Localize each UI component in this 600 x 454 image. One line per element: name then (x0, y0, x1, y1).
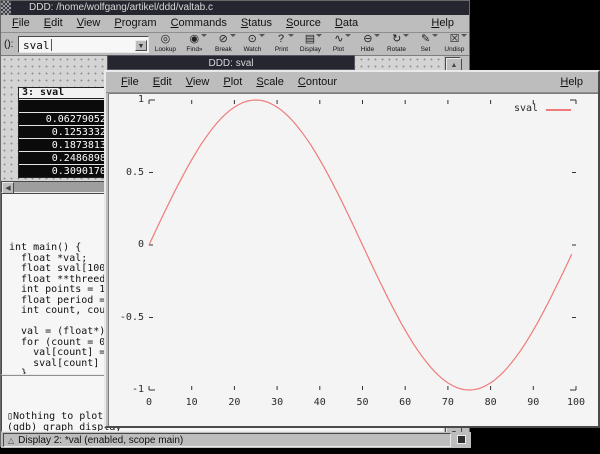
main-menu-item[interactable]: Commands (171, 15, 227, 32)
sine-curve (149, 100, 572, 390)
y-tick-label: 1 (109, 94, 144, 105)
toolbar-button-label: Rotate (384, 46, 409, 52)
window-menu-icon[interactable] (1, 1, 11, 15)
toolbar-button[interactable]: ? Print (268, 33, 295, 56)
busy-led (457, 435, 466, 444)
argument-label: (): (4, 39, 13, 50)
toolbar-button-label: Print (269, 46, 294, 52)
main-menu-item[interactable]: Edit (44, 15, 63, 32)
plot-menu-item[interactable]: View (186, 72, 210, 92)
main-titlebar[interactable]: DDD: /home/wolfgang/artikel/ddd/valtab.c (1, 1, 469, 15)
argument-value: sval (23, 39, 50, 52)
legend-label: sval (514, 103, 538, 114)
toolbar-button[interactable]: ◎ Lookup (152, 33, 179, 56)
x-tick-label: 50 (348, 397, 378, 408)
plot-svg (109, 94, 598, 426)
dropdown-marker-icon (230, 34, 236, 37)
dropdown-marker-icon (288, 34, 294, 37)
dropdown-marker-icon (432, 34, 438, 37)
toolbar-button[interactable]: ▤ Display (297, 33, 324, 56)
main-menu-help[interactable]: Help (431, 15, 454, 32)
plot-menu-item[interactable]: Contour (298, 72, 337, 92)
dropdown-marker-icon (374, 34, 380, 37)
main-menu-item[interactable]: Source (286, 15, 321, 32)
main-menu-item[interactable]: View (77, 15, 101, 32)
toolbar-button-label: Set (413, 46, 438, 52)
plot-menu-item[interactable]: Scale (256, 72, 284, 92)
toolbar-button[interactable]: ✎ Set (412, 33, 439, 56)
toolbar-button-label: Lookup (153, 46, 178, 52)
plot-menu-item[interactable]: Edit (153, 72, 172, 92)
x-tick-label: 10 (177, 397, 207, 408)
y-tick-label: -0.5 (109, 312, 144, 323)
x-tick-label: 80 (476, 397, 506, 408)
plot-menu-help[interactable]: Help (560, 72, 583, 92)
legend-line (546, 109, 571, 111)
dropdown-marker-icon (316, 34, 322, 37)
dropdown-marker-icon (259, 34, 265, 37)
dropdown-marker-icon (201, 34, 207, 37)
main-menu-item[interactable]: File (12, 15, 30, 32)
text-caret (51, 39, 52, 51)
x-tick-label: 90 (518, 397, 548, 408)
toolbar-button-label: Plot (327, 46, 352, 52)
y-tick-label: 0 (109, 239, 144, 250)
main-menu-item[interactable]: Program (114, 15, 156, 32)
status-message-box: △ Display 2: *val (enabled, scope main) (3, 433, 451, 447)
toolbar-button[interactable]: ◉ Find» (181, 33, 208, 56)
toolbar-button-label: Hide (355, 46, 380, 52)
status-triangle-icon[interactable]: △ (8, 436, 14, 445)
plot-menubar: Help File Edit View Plot Scale Contour (106, 72, 598, 93)
plot-menu-item[interactable]: File (121, 72, 139, 92)
x-tick-label: 70 (433, 397, 463, 408)
combo-dropdown-icon[interactable]: ▼ (135, 40, 147, 51)
toolbar-button[interactable]: ☒ Undisp (441, 33, 468, 56)
toolbar-button[interactable]: ⊖ Hide (354, 33, 381, 56)
dropdown-marker-icon (345, 34, 351, 37)
toolbar-button-label: Break (211, 46, 236, 52)
main-menubar: Help File Edit View Program Commands Status So… (1, 15, 469, 33)
plot-titlebar[interactable]: DDD: sval (107, 55, 355, 70)
toolbar-button-label: Watch (240, 46, 265, 52)
dropdown-marker-icon (461, 34, 467, 37)
x-tick-label: 40 (305, 397, 335, 408)
toolbar-button-label: Undisp (442, 46, 467, 52)
dropdown-marker-icon (403, 34, 409, 37)
toolbar-button[interactable]: ⊙ Watch (239, 33, 266, 56)
plot-window: Help FileEditViewPlotScaleContour 010203… (104, 70, 600, 428)
y-tick-label: -1 (109, 384, 144, 395)
x-tick-label: 100 (561, 397, 591, 408)
main-window-title: DDD: /home/wolfgang/artikel/ddd/valtab.c (29, 1, 213, 15)
status-text: Display 2: *val (enabled, scope main) (18, 435, 183, 446)
toolbar-button-label: Find» (182, 46, 207, 52)
argument-field[interactable]: sval ▼ (18, 36, 149, 53)
status-bar: △ Display 2: *val (enabled, scope main) (1, 432, 471, 448)
toolbar-buttons: ◎ Lookup ◉ Find» ⊘ Break ⊙ (152, 33, 468, 56)
y-tick-label: 0.5 (109, 167, 144, 178)
main-menu-item[interactable]: Data (335, 15, 358, 32)
toolbar-button[interactable]: ⊘ Break (210, 33, 237, 56)
main-toolbar: (): sval ▼ ◎ Lookup ◉ Find» (1, 33, 469, 56)
plot-canvas[interactable]: 0 10 20 30 40 50 60 70 80 90 100 1 0.5 0 -0.5 -1 sval (108, 93, 598, 426)
toolbar-button[interactable]: ∿ Plot (325, 33, 352, 56)
x-tick-label: 60 (390, 397, 420, 408)
plot-menu-item[interactable]: Plot (223, 72, 242, 92)
toolbar-button[interactable]: ↻ Rotate (383, 33, 410, 56)
toolbar-button-label: Display (298, 46, 323, 52)
toolbar-button-icon: ◎ (152, 33, 179, 46)
main-menu-item[interactable]: Status (241, 15, 272, 32)
x-tick-label: 30 (262, 397, 292, 408)
x-tick-label: 20 (219, 397, 249, 408)
plot-window-title: DDD: sval (208, 58, 253, 69)
x-tick-label: 0 (134, 397, 164, 408)
